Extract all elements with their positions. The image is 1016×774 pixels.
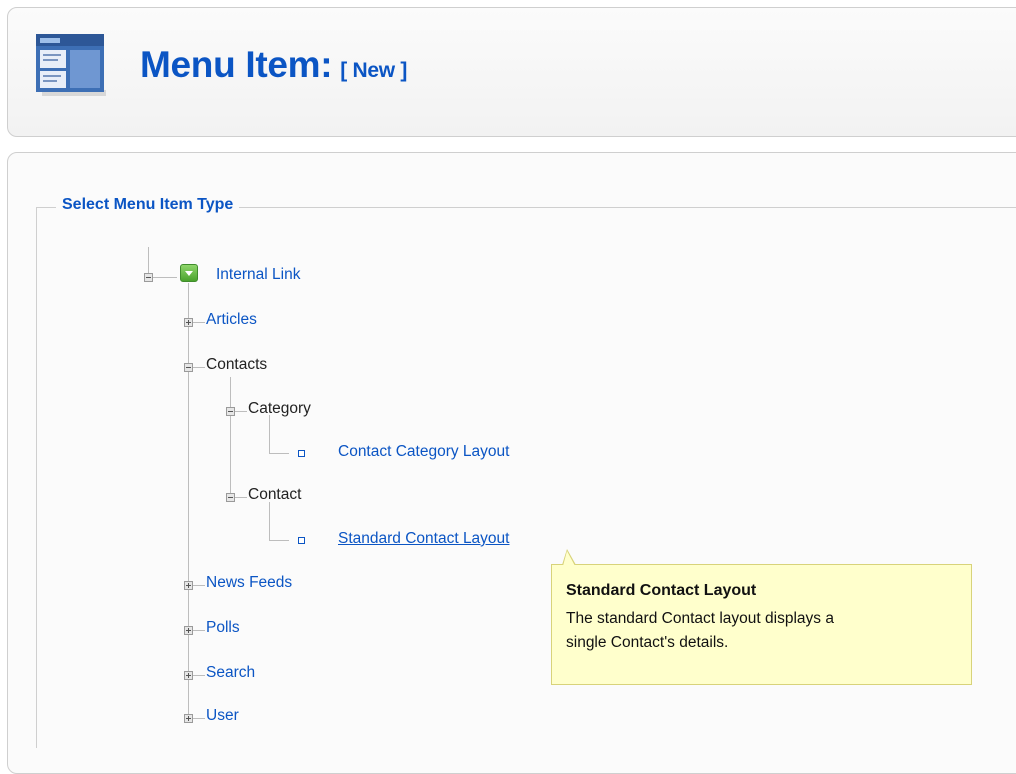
tooltip-line: The standard Contact layout displays a xyxy=(566,610,834,627)
green-expand-icon[interactable] xyxy=(180,264,198,282)
tree-line xyxy=(148,247,149,273)
leaf-node-icon xyxy=(298,450,305,457)
tree-item-contacts[interactable]: Contacts xyxy=(206,356,267,374)
tree-line xyxy=(269,415,270,453)
tree-item-articles[interactable]: Articles xyxy=(206,311,257,329)
tree-line xyxy=(188,283,189,718)
tree-line xyxy=(193,630,205,631)
tree-item-standard-contact-layout[interactable]: Standard Contact Layout xyxy=(338,530,509,548)
tree-item-category[interactable]: Category xyxy=(248,400,311,418)
tree-line xyxy=(235,411,247,412)
tree-line xyxy=(193,718,205,719)
tree-item-internal-link[interactable]: Internal Link xyxy=(216,266,300,284)
leaf-node-icon xyxy=(298,537,305,544)
tree-line xyxy=(269,502,270,540)
tree-item-user[interactable]: User xyxy=(206,707,239,725)
menu-item-icon xyxy=(36,34,106,96)
tree-line xyxy=(193,367,205,368)
tree-line xyxy=(235,497,247,498)
tree-line xyxy=(193,585,205,586)
tree-item-news-feeds[interactable]: News Feeds xyxy=(206,574,292,592)
tooltip: Standard Contact Layout The standard Con… xyxy=(551,564,972,685)
expand-toggle-icon[interactable] xyxy=(184,671,193,680)
page-title: Menu Item: [ New ] xyxy=(140,44,407,86)
page-title-text: Menu Item: xyxy=(140,44,333,85)
collapse-toggle-icon[interactable] xyxy=(226,407,235,416)
tooltip-title: Standard Contact Layout xyxy=(566,582,757,599)
collapse-toggle-icon[interactable] xyxy=(184,363,193,372)
collapse-toggle-icon[interactable] xyxy=(144,273,153,282)
tree-line xyxy=(269,540,289,541)
expand-toggle-icon[interactable] xyxy=(184,581,193,590)
expand-toggle-icon[interactable] xyxy=(184,318,193,327)
tree-line xyxy=(193,322,205,323)
tree-line xyxy=(193,675,205,676)
tree-item-search[interactable]: Search xyxy=(206,664,255,682)
fieldset-legend: Select Menu Item Type xyxy=(56,196,240,214)
expand-toggle-icon[interactable] xyxy=(184,714,193,723)
tooltip-description: The standard Contact layout displays a s… xyxy=(566,607,957,655)
tree-line xyxy=(230,377,231,497)
tooltip-line: single Contact's details. xyxy=(566,634,729,651)
tree-line xyxy=(153,277,177,278)
tree-item-contact-category-layout[interactable]: Contact Category Layout xyxy=(338,443,509,461)
tooltip-pointer-fill xyxy=(563,551,575,566)
tree-item-contact[interactable]: Contact xyxy=(248,486,301,504)
page-title-suffix: [ New ] xyxy=(340,59,408,82)
collapse-toggle-icon[interactable] xyxy=(226,493,235,502)
expand-toggle-icon[interactable] xyxy=(184,626,193,635)
tree-line xyxy=(269,453,289,454)
tree-item-polls[interactable]: Polls xyxy=(206,619,240,637)
